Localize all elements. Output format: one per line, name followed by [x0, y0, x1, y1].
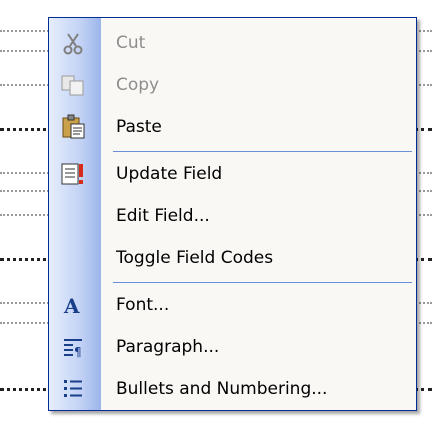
paste-icon	[58, 112, 88, 142]
menu-item-paste[interactable]: Paste	[49, 106, 416, 148]
menu-item-copy[interactable]: Copy	[49, 64, 416, 106]
menu-item-label: Paragraph...	[116, 337, 220, 357]
menu-item-label: Edit Field...	[116, 206, 210, 226]
copy-icon	[58, 70, 88, 100]
menu-item-label: Toggle Field Codes	[116, 248, 274, 268]
context-menu: Cut Copy Paste Update Field Edit Field..…	[48, 17, 417, 411]
paragraph-icon: ¶	[58, 332, 88, 362]
font-icon: A	[58, 290, 88, 320]
menu-separator	[113, 282, 412, 283]
menu-item-label: Copy	[116, 75, 160, 95]
menu-item-label: Bullets and Numbering...	[116, 379, 328, 399]
menu-item-cut[interactable]: Cut	[49, 22, 416, 64]
menu-item-paragraph[interactable]: ¶ Paragraph...	[49, 326, 416, 368]
menu-item-bullets-and-numbering[interactable]: Bullets and Numbering...	[49, 368, 416, 410]
menu-separator	[113, 151, 412, 152]
scissors-icon	[58, 28, 88, 58]
menu-item-label: Paste	[116, 117, 162, 137]
menu-item-label: Font...	[116, 295, 170, 315]
svg-text:¶: ¶	[74, 345, 82, 359]
menu-item-label: Cut	[116, 33, 146, 53]
menu-item-label: Update Field	[116, 164, 223, 184]
update-field-icon	[58, 159, 88, 189]
menu-item-update-field[interactable]: Update Field	[49, 153, 416, 195]
bullets-icon	[58, 374, 88, 404]
menu-item-toggle-field-codes[interactable]: Toggle Field Codes	[49, 237, 416, 279]
menu-item-font[interactable]: A Font...	[49, 284, 416, 326]
menu-item-edit-field[interactable]: Edit Field...	[49, 195, 416, 237]
svg-text:A: A	[63, 294, 80, 317]
